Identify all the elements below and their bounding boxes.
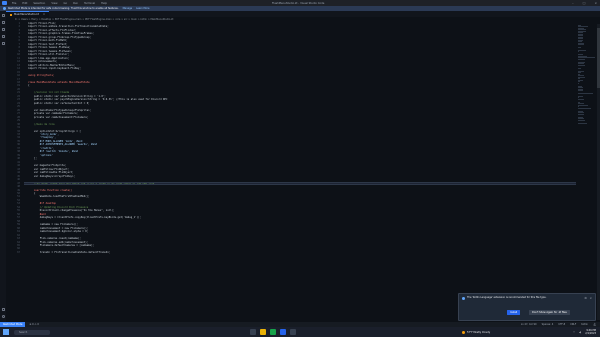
- code-editor[interactable]: 1 import flixel.FlxG; 2 import flixel.addon…: [6, 22, 600, 322]
- code-line[interactable]: 67 transIn = FlxTransitionableState.defa…: [17, 250, 576, 254]
- source-control-icon[interactable]: [1, 28, 5, 31]
- app-icon[interactable]: [290, 329, 296, 335]
- clock-date: 2/1/2023: [585, 332, 596, 335]
- dont-show-again-button[interactable]: Don't Show Again for .kt files: [529, 310, 570, 315]
- code-area[interactable]: 1 import flixel.FlxG; 2 import flixel.addon…: [17, 22, 576, 322]
- taskbar-apps: [250, 329, 296, 335]
- menu-edit[interactable]: Edit: [22, 2, 27, 5]
- minimap-line: [578, 104, 588, 106]
- problems-indicator[interactable]: ⊗ 0 ⚠ 0: [29, 323, 38, 326]
- volume-icon[interactable]: ◂): [579, 331, 581, 334]
- wifi-icon[interactable]: ◠: [573, 331, 575, 334]
- tab-label: MainMenuStudio.kt: [14, 13, 39, 16]
- clock[interactable]: 9:46 PM 2/1/2023: [585, 329, 596, 335]
- toast-message: The 'Kotlin Language' extension is recom…: [467, 296, 547, 300]
- maximize-icon[interactable]: □: [583, 1, 586, 5]
- start-button[interactable]: [3, 329, 9, 335]
- minimap-line: [578, 107, 591, 109]
- minimap-line: [578, 49, 586, 51]
- settings-gear-icon[interactable]: [1, 315, 5, 318]
- file-explorer-icon[interactable]: [260, 329, 266, 335]
- extensions-icon[interactable]: [1, 42, 5, 45]
- minimap-line: [578, 92, 593, 94]
- window-controls: – □ ×: [572, 1, 597, 5]
- manage-link[interactable]: Manage: [123, 7, 133, 10]
- search-icon[interactable]: [1, 21, 5, 24]
- encoding[interactable]: UTF-8: [558, 323, 565, 326]
- menu-terminal[interactable]: Terminal: [84, 2, 95, 5]
- indentation[interactable]: Spaces: 4: [542, 323, 554, 326]
- menu-help[interactable]: Help: [101, 2, 107, 5]
- menu-run[interactable]: Run: [73, 2, 78, 5]
- menu-file[interactable]: File: [12, 2, 16, 5]
- minimap-line: [578, 58, 586, 60]
- banner-message: Restricted Mode is intended for safe cod…: [8, 7, 119, 10]
- info-icon: [462, 297, 465, 300]
- extension-recommendation-toast: The 'Kotlin Language' extension is recom…: [458, 293, 596, 321]
- line-number: 67: [17, 250, 20, 254]
- kotlin-file-icon: [10, 13, 12, 16]
- task-view-icon[interactable]: [250, 329, 256, 335]
- minimap-line: [578, 122, 587, 124]
- bell-icon[interactable]: 🔔︎: [593, 323, 596, 326]
- learn-more-link[interactable]: Learn More: [136, 7, 149, 10]
- vscode-logo-icon: [2, 1, 7, 5]
- taskbar: Search 57°F Mostly Cloudy ◠ ◂) 9:46 PM 2…: [0, 327, 600, 337]
- close-window-icon[interactable]: ×: [594, 1, 597, 5]
- cursor-position[interactable]: Ln 47, Col 90: [521, 323, 537, 326]
- minimap[interactable]: [578, 24, 596, 320]
- line-ending[interactable]: CRLF: [570, 323, 576, 326]
- menu-bar: File Edit Selection View Go Run Terminal…: [12, 2, 107, 5]
- status-right: Ln 47, Col 90 Spaces: 4 UTF-8 CRLF Kotli…: [521, 323, 596, 326]
- run-debug-icon[interactable]: [1, 35, 5, 38]
- gear-icon[interactable]: ⚙: [584, 296, 587, 300]
- explorer-icon[interactable]: [1, 14, 5, 17]
- language-mode[interactable]: Kotlin: [581, 323, 588, 326]
- close-tab-icon[interactable]: ×: [43, 13, 45, 16]
- close-icon[interactable]: ×: [589, 296, 592, 300]
- weather-cloud-icon: [462, 330, 465, 334]
- weather-text: 57°F Mostly Cloudy: [467, 330, 491, 334]
- browser-icon[interactable]: [270, 329, 276, 335]
- install-button[interactable]: Install: [507, 310, 521, 315]
- minimap-line: [578, 64, 585, 66]
- menu-selection[interactable]: Selection: [33, 2, 45, 5]
- code-text: transIn = FlxTransitionableState.default…: [28, 250, 111, 254]
- weather-widget[interactable]: 57°F Mostly Cloudy: [462, 330, 491, 334]
- menu-view[interactable]: View: [51, 2, 57, 5]
- accounts-icon[interactable]: [1, 308, 5, 311]
- system-tray: ◠ ◂) 9:46 PM 2/1/2023: [573, 329, 596, 335]
- vscode-taskbar-icon[interactable]: [280, 329, 286, 335]
- taskbar-search[interactable]: Search: [14, 329, 50, 335]
- minimize-icon[interactable]: –: [572, 1, 574, 5]
- info-icon: [3, 7, 6, 10]
- menu-go[interactable]: Go: [63, 2, 67, 5]
- minimap-line: [578, 119, 586, 121]
- window-title: FlashMenuStudio.kt - Visual Studio Code: [272, 1, 325, 5]
